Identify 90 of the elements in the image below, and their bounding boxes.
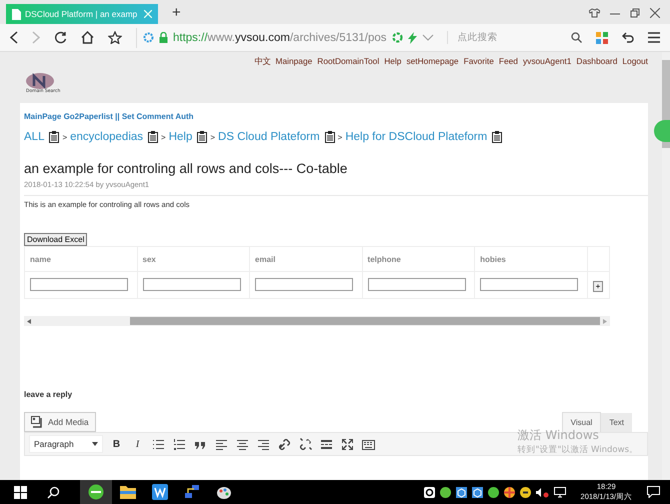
clipboard-icon[interactable] [197, 131, 208, 143]
breadcrumb-link[interactable]: encyclopedias [70, 131, 144, 143]
folder-icon[interactable] [120, 485, 136, 499]
lock-icon [159, 32, 168, 43]
tray-app-icon[interactable] [520, 486, 531, 498]
nav-link[interactable]: 中文 [254, 56, 270, 67]
search-icon[interactable] [47, 486, 60, 498]
pinwheel-icon[interactable] [504, 486, 515, 498]
download-excel-button[interactable]: Download Excel [24, 233, 88, 246]
menu-icon[interactable] [648, 32, 660, 43]
new-tab-button[interactable]: + [168, 4, 185, 20]
cell-input[interactable] [30, 278, 128, 291]
logo-icon [26, 73, 54, 89]
nav-link[interactable]: Dashboard [576, 56, 618, 67]
link-icon[interactable] [277, 436, 292, 452]
add-media-button[interactable]: Add Media [24, 412, 96, 432]
reload-icon[interactable] [54, 31, 67, 44]
reply-heading: leave a reply [24, 390, 74, 399]
editor-tab[interactable]: Visual [562, 412, 602, 432]
top-links[interactable]: MainPage Go2Paperlist || Set Comment Auth [24, 112, 632, 121]
apps-icon[interactable] [596, 32, 608, 44]
breadcrumb-link[interactable]: Help [168, 131, 192, 143]
activation-hint: 转到"设置"以激活 Windows。 [518, 444, 638, 456]
nav-link[interactable]: yvsouAgent1 [522, 56, 572, 67]
url-text: https://www.yvsou.com/archives/5131/pos [173, 32, 387, 44]
palette-icon[interactable] [216, 484, 232, 500]
nav-link[interactable]: RootDomainTool [317, 56, 380, 67]
column-header: email [255, 254, 276, 264]
document-app-icon[interactable] [152, 484, 168, 500]
editor-tab[interactable]: Text [601, 413, 632, 432]
muted-speaker-icon[interactable] [536, 486, 549, 498]
unlink-icon[interactable] [298, 436, 313, 452]
breadcrumb-link[interactable]: Help for DSCloud Plateform [345, 131, 488, 143]
start-icon[interactable] [14, 486, 27, 498]
search-icon [571, 32, 582, 43]
clipboard-icon[interactable] [49, 131, 60, 143]
page-icon [12, 8, 21, 20]
column-header: name [30, 254, 51, 264]
notification-icon[interactable] [647, 486, 660, 498]
shirt-icon[interactable] [589, 8, 600, 18]
tab-title: DSCloud Platform | an examp [25, 9, 138, 19]
back-icon[interactable] [10, 31, 18, 44]
nav-link[interactable]: Mainpage [275, 56, 312, 67]
clipboard-icon[interactable] [492, 131, 502, 143]
cell-input[interactable] [255, 278, 354, 291]
cell-input[interactable] [368, 278, 466, 291]
column-header: sex [142, 254, 156, 264]
lightning-icon [408, 32, 417, 44]
numbers-icon[interactable] [172, 436, 187, 452]
tray-app-icon[interactable] [440, 486, 451, 498]
undo-icon[interactable] [622, 32, 634, 44]
nav-link[interactable]: Help [384, 56, 402, 67]
nav-link[interactable]: setHomepage [406, 56, 459, 67]
breadcrumb-separator: > [338, 132, 342, 142]
breadcrumb-link[interactable]: DS Cloud Plateform [218, 131, 320, 143]
nav-link[interactable]: Feed [498, 56, 518, 67]
fullscreen-icon[interactable] [340, 436, 355, 452]
caret-icon [92, 442, 98, 446]
home-icon[interactable] [81, 31, 94, 44]
clipboard-icon[interactable] [324, 131, 335, 143]
restore-icon[interactable] [630, 8, 640, 18]
network-icon[interactable] [184, 484, 200, 500]
add-row-button[interactable]: + [592, 281, 604, 292]
tray-app-icon[interactable] [488, 486, 499, 498]
vertical-scrollbar[interactable] [662, 52, 670, 480]
breadcrumb-link[interactable]: ALL [24, 131, 44, 143]
clipboard-icon[interactable] [148, 131, 158, 143]
format-dropdown[interactable]: Paragraph [29, 435, 103, 453]
star-icon[interactable] [108, 31, 122, 44]
breadcrumb-separator: > [161, 132, 166, 142]
cell-input[interactable] [142, 278, 241, 291]
breadcrumb-separator: > [62, 132, 68, 142]
post-title: an example for controling all rows and cols--- Co-table [24, 161, 348, 176]
caret-icon [422, 34, 434, 42]
horizontal-scrollbar[interactable] [24, 316, 610, 326]
nav-link[interactable]: Logout [622, 56, 648, 67]
bold-button[interactable]: B [109, 438, 124, 450]
monitor-icon[interactable] [554, 486, 566, 498]
column-header: telphone [368, 254, 401, 264]
nav-link[interactable]: Favorite [464, 56, 494, 67]
left-arrow-icon[interactable] [27, 318, 31, 324]
cube-icon[interactable] [456, 486, 467, 498]
column-header: hobies [480, 254, 506, 264]
breadcrumb-separator: > [210, 132, 216, 142]
cube-icon[interactable] [472, 486, 483, 498]
italic-button[interactable]: I [130, 438, 145, 450]
media-icon [31, 416, 44, 428]
tray-app-icon[interactable] [424, 486, 435, 498]
close-icon[interactable] [650, 8, 660, 18]
cell-input[interactable] [480, 278, 578, 291]
